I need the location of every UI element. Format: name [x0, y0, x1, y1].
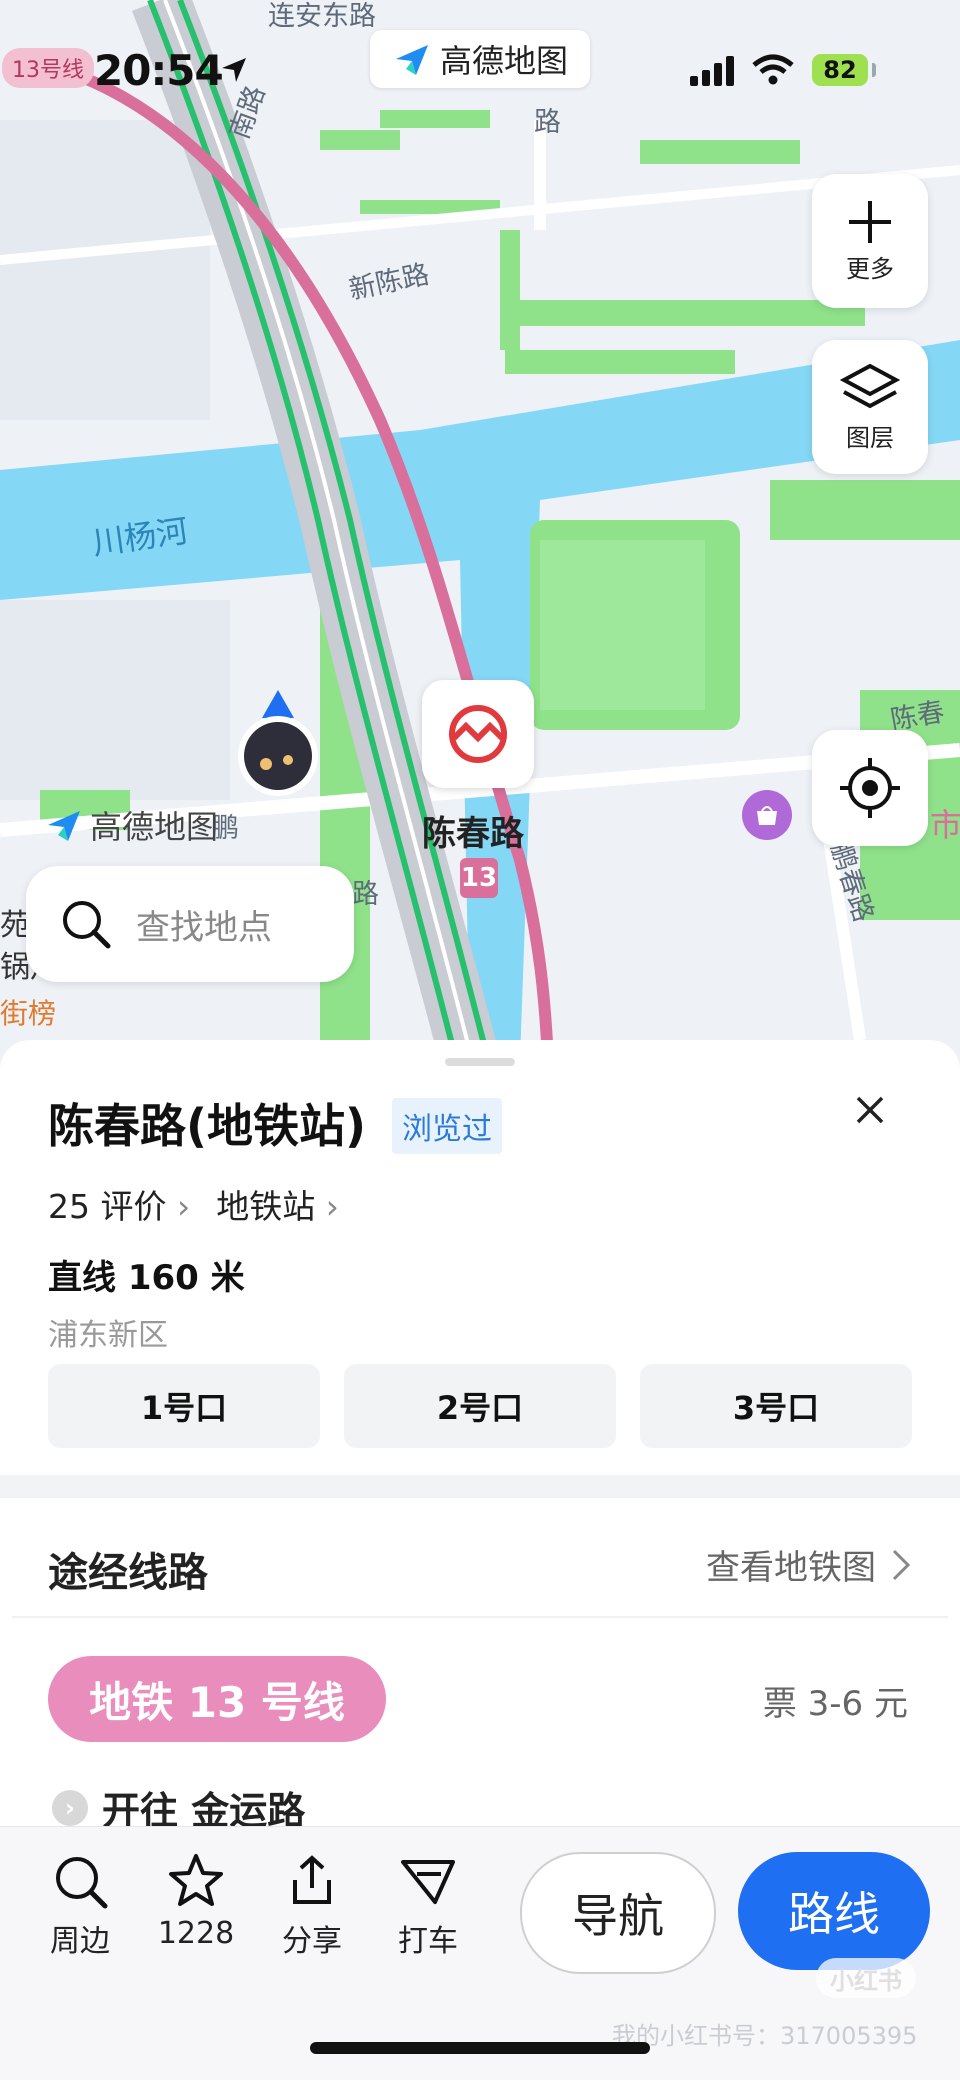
crosshair-icon	[840, 758, 900, 818]
map-brand-text: 高德地图	[90, 808, 219, 846]
chevron-right-icon: ›	[325, 1187, 339, 1226]
brand-text: 高德地图	[439, 42, 568, 80]
battery-indicator: 82	[812, 54, 868, 86]
route-button[interactable]: 路线	[738, 1852, 930, 1970]
layers-button-label: 图层	[846, 423, 894, 452]
locate-me-button[interactable]	[812, 730, 928, 846]
direction-chevron-icon: ›	[52, 1789, 88, 1826]
home-indicator[interactable]	[310, 2042, 650, 2054]
map-label-shi: 市	[930, 806, 960, 844]
taxi-icon	[401, 1860, 455, 1904]
exit-1-button[interactable]: 1号口	[48, 1364, 320, 1448]
station-line-badge: 13	[460, 858, 498, 898]
metro-station-marker[interactable]	[422, 680, 534, 788]
browsed-tag: 浏览过	[392, 1098, 502, 1154]
plus-icon	[849, 200, 891, 243]
chevron-right-icon: ›	[176, 1187, 191, 1226]
share-icon	[293, 1855, 331, 1904]
more-button[interactable]: 更多	[812, 174, 928, 308]
taxi-label: 打车	[398, 1924, 458, 1959]
layers-icon	[840, 363, 900, 408]
category-text: 地铁站	[216, 1187, 316, 1226]
shanghai-metro-icon	[449, 705, 507, 763]
search-box[interactable]: 查找地点	[26, 866, 354, 982]
brand-pill: 高德地图	[370, 30, 590, 88]
location-arrow-icon	[222, 58, 246, 82]
sheet-drag-handle[interactable]	[445, 1058, 515, 1066]
close-icon[interactable]	[848, 1088, 892, 1132]
exit-3-button[interactable]: 3号口	[640, 1364, 912, 1448]
xiaohongshu-watermark-logo: 小红书	[816, 1958, 916, 1998]
reviews-link[interactable]: 25 评价 ›	[48, 1180, 190, 1228]
map-label-road-mid: 路	[352, 879, 379, 910]
share-label: 分享	[282, 1924, 342, 1959]
amap-logo-icon	[48, 811, 80, 841]
metro-line-chip: 13号线	[2, 48, 94, 88]
fare-text: 票 3-6 元	[762, 1684, 908, 1724]
exit-2-button[interactable]: 2号口	[344, 1364, 616, 1448]
poi-meta-row: 25 评价 › 地铁站 ›	[48, 1180, 339, 1228]
amap-logo-icon	[395, 45, 428, 75]
chevron-right-icon	[892, 1549, 911, 1580]
wifi-icon	[752, 54, 794, 85]
battery-cap	[872, 63, 876, 77]
navigate-button[interactable]: 导航	[520, 1852, 716, 1974]
share-button[interactable]: 分享	[262, 1852, 362, 1960]
layers-button[interactable]: 图层	[812, 340, 928, 474]
metro-map-link[interactable]: 查看地铁图	[706, 1540, 912, 1589]
map-brand-watermark: 高德地图	[44, 802, 218, 848]
more-button-label: 更多	[846, 254, 894, 283]
star-icon	[169, 1854, 223, 1906]
cellular-signal-icon	[690, 56, 734, 86]
shopping-poi-icon[interactable]	[742, 790, 792, 840]
nearby-button[interactable]: 周边	[30, 1852, 130, 1960]
favorites-count: 1228	[157, 1916, 235, 1951]
poi-title: 陈春路(地铁站)	[48, 1099, 367, 1153]
distance-text: 直线 160 米	[48, 1258, 245, 1298]
search-icon	[63, 901, 111, 949]
taxi-button[interactable]: 打车	[378, 1852, 478, 1960]
station-name-label: 陈春路	[422, 814, 524, 854]
metro-line-badge[interactable]: 地铁 13 号线	[48, 1656, 386, 1742]
search-placeholder: 查找地点	[136, 907, 272, 948]
district-text: 浦东新区	[48, 1318, 168, 1353]
search-icon	[56, 1857, 108, 1909]
nearby-label: 周边	[50, 1924, 110, 1959]
reviews-text: 25 评价	[48, 1187, 167, 1226]
xiaohongshu-watermark-text: 我的小红书号：317005395	[612, 2022, 918, 2050]
status-bar: 13号线 20:54 高德地图 82	[0, 0, 960, 140]
section-divider	[12, 1616, 948, 1618]
map-label-jiebang: 街榜	[0, 997, 57, 1030]
routes-section-title: 途经线路	[48, 1550, 208, 1596]
favorite-button[interactable]: 1228	[146, 1852, 246, 1951]
category-link[interactable]: 地铁站 ›	[216, 1180, 339, 1228]
status-time: 20:54	[94, 46, 224, 95]
metro-map-link-text: 查看地铁图	[706, 1548, 876, 1588]
